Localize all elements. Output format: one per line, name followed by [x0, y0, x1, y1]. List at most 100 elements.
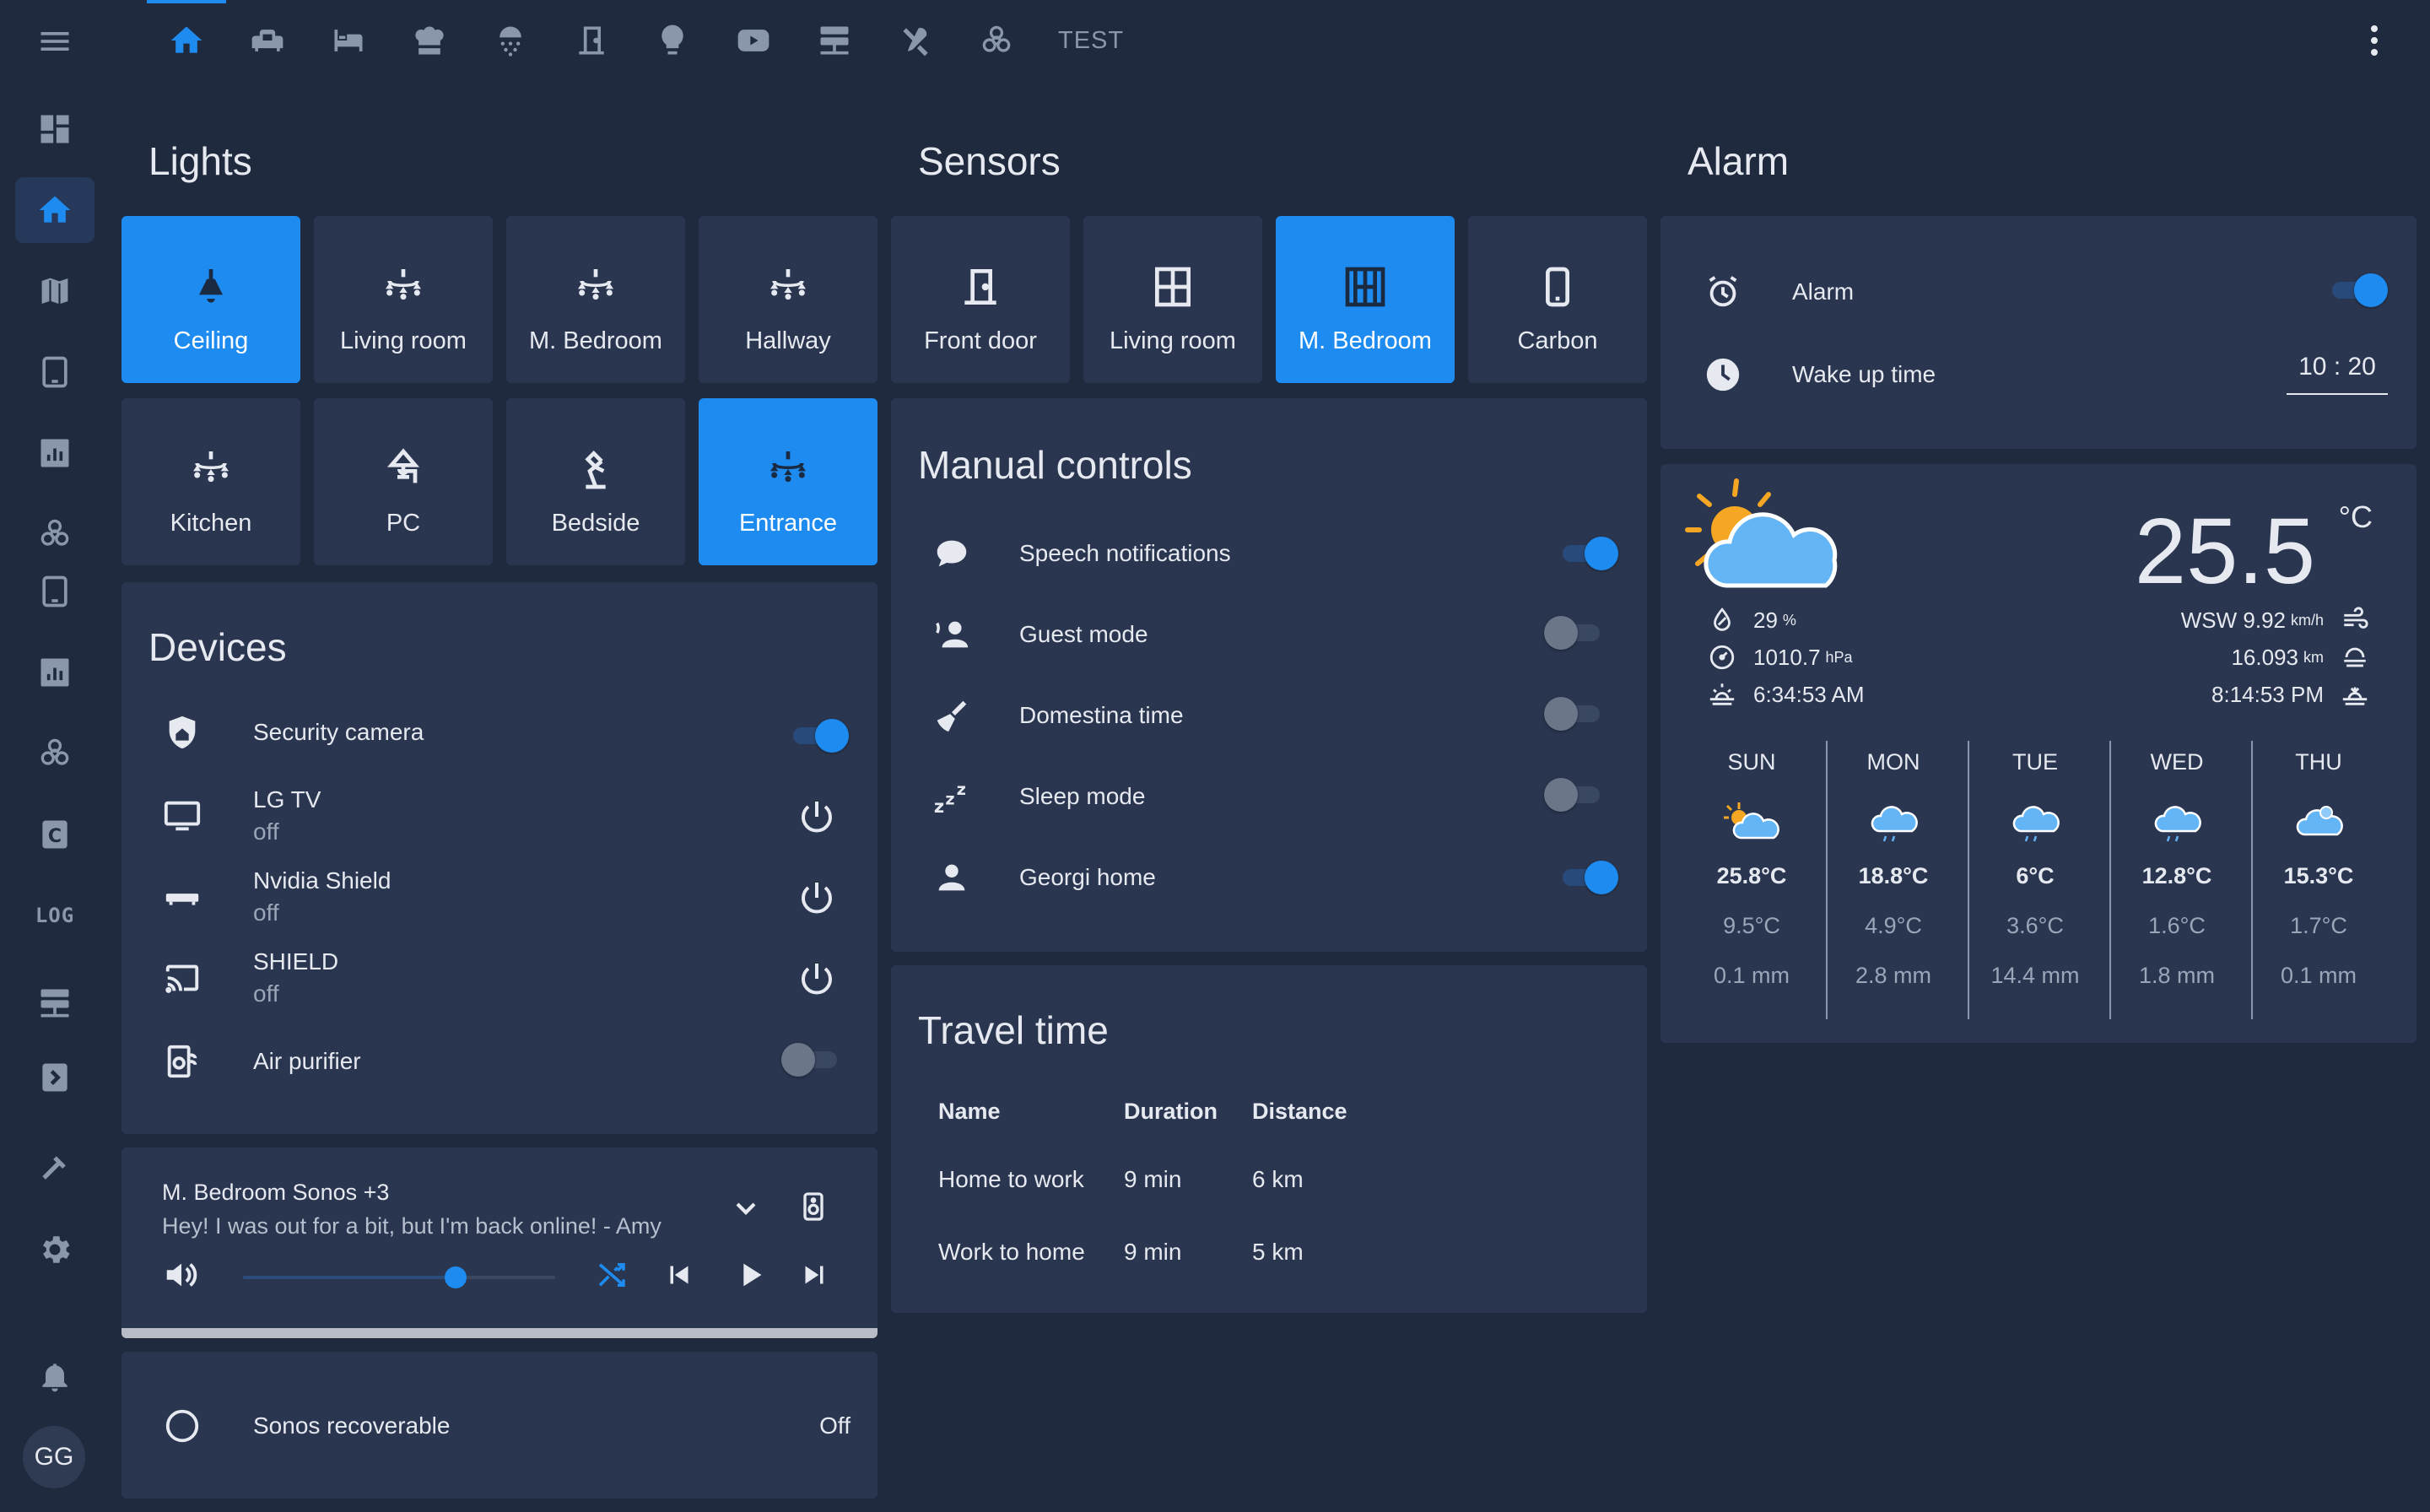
gear-icon	[43, 1236, 70, 1263]
device-label: SHIELD	[253, 948, 339, 975]
sidebar-item-history[interactable]	[15, 420, 94, 486]
shuffle-icon[interactable]	[594, 1257, 629, 1293]
wake-up-row: Wake up time	[1701, 353, 1936, 397]
media-subtitle: Hey! I was out for a bit, but I'm back o…	[162, 1213, 662, 1239]
sidebar-item-c[interactable]: C	[15, 802, 94, 867]
wake-up-time-input[interactable]: 10 : 20	[2287, 353, 2388, 395]
sidebar-item-history-2[interactable]	[15, 640, 94, 705]
light-tile-pc[interactable]: PC	[314, 398, 493, 565]
forecast-day-name: TUE	[2012, 749, 2058, 775]
sidebar-item-settings[interactable]	[15, 1217, 94, 1282]
sidebar-item-overview[interactable]	[15, 96, 94, 162]
volume-slider-fill	[243, 1276, 456, 1279]
speech-bubble-icon	[930, 532, 974, 575]
humidity-value: 29	[1753, 607, 1778, 633]
weather-card[interactable]: 25.5 °C 29 % 1010.7 hPa 6:34:53 AM WSW 9…	[1660, 464, 2416, 1043]
sensor-tile-front-door[interactable]: Front door	[891, 216, 1070, 383]
menu-icon	[40, 32, 69, 51]
tab-server[interactable]	[795, 0, 874, 81]
sunrise-icon	[1709, 683, 1735, 705]
forecast-precipitation: 0.1 mm	[1713, 963, 1790, 988]
lg-tv-power-button[interactable]	[796, 796, 837, 837]
alarm-toggle[interactable]	[2327, 272, 2388, 309]
sidebar-item-server[interactable]	[15, 970, 94, 1036]
sofa-icon	[251, 30, 284, 51]
skip-previous-icon[interactable]	[662, 1257, 697, 1293]
tab-tools[interactable]	[876, 0, 955, 81]
tab-kitchen[interactable]	[390, 0, 469, 81]
tab-media[interactable]	[714, 0, 793, 81]
sidebar-item-log[interactable]: LOG	[15, 883, 94, 948]
security-camera-toggle[interactable]	[788, 717, 849, 754]
chevron-down-icon[interactable]	[729, 1191, 763, 1225]
tab-test[interactable]: TEST	[1058, 0, 1124, 81]
light-tile-kitchen[interactable]: Kitchen	[122, 398, 300, 565]
ceiling-light-icon	[199, 269, 223, 303]
sidebar-item-home[interactable]	[15, 177, 94, 243]
manual-label: Guest mode	[1019, 621, 1148, 647]
light-tile-hallway[interactable]: Hallway	[699, 216, 878, 383]
tab-bathroom[interactable]	[471, 0, 550, 81]
hamburger-menu-button[interactable]	[15, 8, 94, 74]
travel-time-title: Travel time	[918, 1008, 1109, 1052]
sidebar-item-tablet[interactable]	[15, 339, 94, 405]
forecast-low: 9.5°C	[1723, 913, 1780, 938]
sensor-tile-carbon[interactable]: Carbon	[1468, 216, 1647, 383]
tab-biohazard[interactable]	[957, 0, 1036, 81]
sidebar-item-developer-tools[interactable]	[15, 1136, 94, 1202]
travel-header-duration: Duration	[1124, 1099, 1218, 1124]
user-avatar[interactable]: GG	[23, 1426, 85, 1488]
guest-mode-toggle[interactable]	[1544, 614, 1605, 651]
play-icon[interactable]	[731, 1256, 770, 1294]
travel-cell: Home to work	[938, 1166, 1084, 1192]
alarm-row: Alarm	[1701, 270, 1854, 314]
shield-power-button[interactable]	[796, 958, 837, 999]
sleep-mode-toggle[interactable]	[1544, 776, 1605, 813]
tab-bedroom[interactable]	[309, 0, 388, 81]
domestina-time-toggle[interactable]	[1544, 695, 1605, 732]
manual-row-domestina: Domestina time	[930, 694, 1184, 737]
speech-notifications-toggle[interactable]	[1558, 535, 1618, 572]
sensor-tile-m-bedroom[interactable]: M. Bedroom	[1276, 216, 1455, 383]
volume-slider-handle[interactable]	[444, 1266, 467, 1288]
sidebar-item-notifications[interactable]	[15, 1343, 94, 1409]
sidebar-item-console[interactable]	[15, 1045, 94, 1110]
media-player-card: M. Bedroom Sonos +3 Hey! I was out for a…	[122, 1148, 878, 1338]
forecast-high: 18.8°C	[1858, 863, 1929, 888]
speaker-icon[interactable]	[796, 1188, 830, 1225]
chef-hat-icon	[415, 26, 444, 55]
volume-icon[interactable]	[162, 1256, 201, 1294]
sidebar-item-biohazard[interactable]	[15, 501, 94, 567]
tab-hallway[interactable]	[552, 0, 631, 81]
account-icon	[930, 856, 974, 899]
sidebar-item-map[interactable]	[15, 258, 94, 324]
bed-icon	[334, 30, 363, 51]
light-tile-ceiling[interactable]: Ceiling	[122, 216, 300, 383]
light-tile-bedside[interactable]: Bedside	[506, 398, 685, 565]
light-tile-entrance[interactable]: Entrance	[699, 398, 878, 565]
light-tile-living-room[interactable]: Living room	[314, 216, 493, 383]
georgi-home-toggle[interactable]	[1558, 859, 1618, 896]
manual-row-georgi: Georgi home	[930, 856, 1156, 899]
device-label: Security camera	[253, 719, 424, 745]
pressure-row: 1010.7 hPa	[1708, 643, 1853, 672]
sidebar-item-biohazard-2[interactable]	[15, 721, 94, 786]
sensor-tile-living-room[interactable]: Living room	[1083, 216, 1262, 383]
youtube-icon	[737, 30, 770, 51]
overflow-menu-button[interactable]	[2354, 20, 2395, 61]
tab-home[interactable]	[147, 0, 226, 81]
nvidia-shield-power-button[interactable]	[796, 878, 837, 918]
sidebar-item-tablet-2[interactable]	[15, 559, 94, 624]
device-row-shield: SHIELD off	[160, 948, 338, 1007]
manual-label: Georgi home	[1019, 864, 1156, 890]
volume-slider-track[interactable]	[243, 1266, 555, 1288]
manual-controls-title: Manual controls	[918, 443, 1192, 487]
tab-lights[interactable]	[633, 0, 712, 81]
air-purifier-toggle[interactable]	[781, 1041, 842, 1078]
set-top-box-icon	[160, 875, 204, 919]
tab-living-room[interactable]	[228, 0, 307, 81]
light-tile-m-bedroom[interactable]: M. Bedroom	[506, 216, 685, 383]
skip-next-icon[interactable]	[796, 1257, 832, 1293]
travel-time-card: Travel time Name Duration Distance Home …	[891, 965, 1647, 1313]
hammer-icon	[42, 1156, 66, 1180]
